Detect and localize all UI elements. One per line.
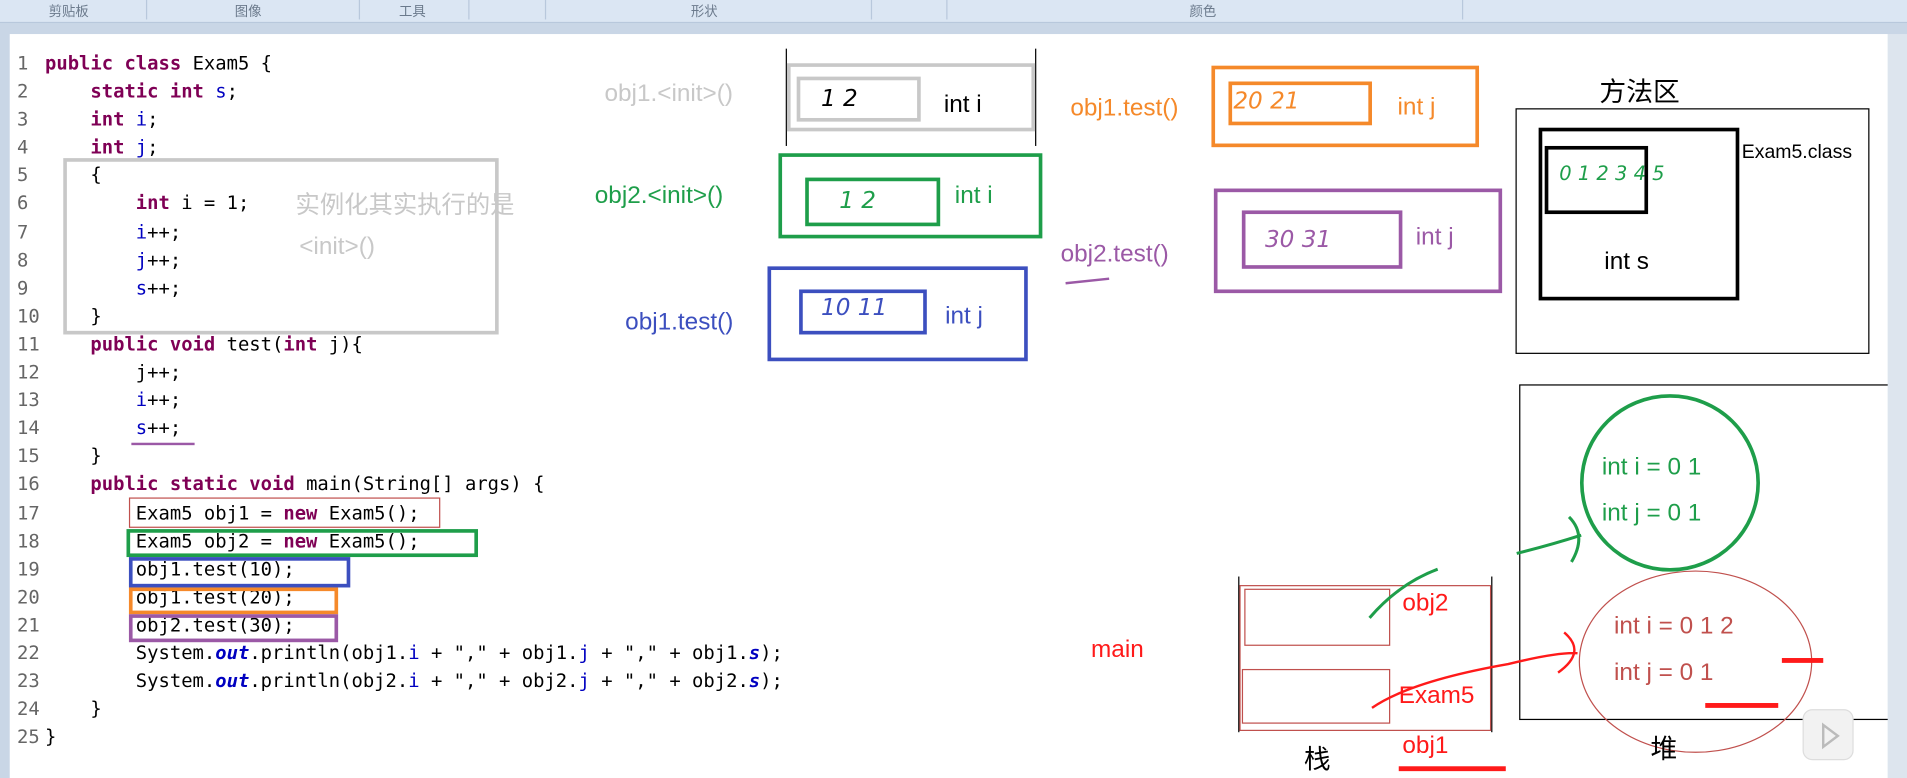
- arrow-obj2-to-heap: [1368, 515, 1582, 619]
- divider: [468, 0, 470, 20]
- divider: [358, 0, 361, 20]
- divider: [1461, 0, 1464, 20]
- screen: 剪贴板 图像 工具 形状 颜色 1 public class Exam5 {2 …: [0, 0, 1907, 778]
- arrow-obj1-to-heap: [1371, 631, 1578, 709]
- play-icon: [1822, 722, 1840, 750]
- ribbon-toolbar: 剪贴板 图像 工具 形状 颜色: [0, 0, 1907, 24]
- play-button[interactable]: [1802, 709, 1854, 761]
- divider: [145, 0, 148, 20]
- ribbon-group-tools[interactable]: 工具: [399, 1, 426, 20]
- arrows-layer: [1368, 515, 1582, 709]
- ribbon-group-colors[interactable]: 颜色: [1190, 1, 1217, 20]
- divider: [544, 0, 547, 20]
- vertical-scrollbar[interactable]: [1887, 34, 1907, 778]
- ribbon-group-image[interactable]: 图像: [235, 1, 262, 20]
- divider: [870, 0, 873, 20]
- ribbon-group-shapes[interactable]: 形状: [691, 1, 718, 20]
- paint-canvas[interactable]: 1 public class Exam5 {2 static int s; 3 i…: [9, 34, 1888, 778]
- ribbon-group-clipboard[interactable]: 剪贴板: [49, 1, 89, 20]
- divider: [946, 0, 948, 20]
